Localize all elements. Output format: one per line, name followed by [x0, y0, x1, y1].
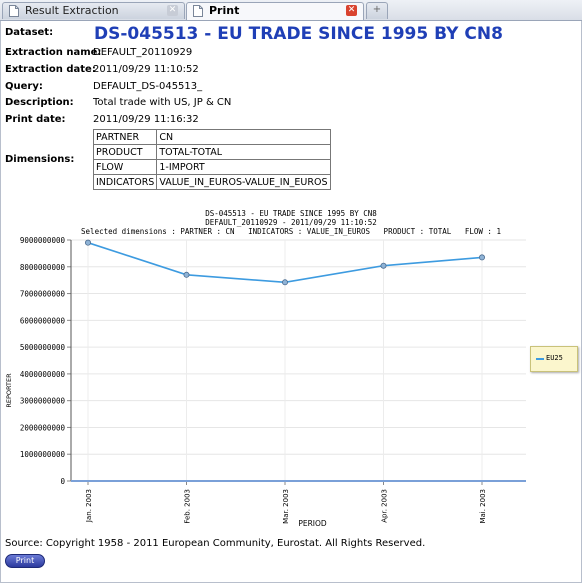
y-tick-label: 0: [60, 477, 65, 486]
x-tick-label: Apr. 2003: [381, 489, 389, 523]
y-axis-label: REPORTER: [5, 373, 13, 408]
source-text: Source: Copyright 1958 - 2011 European C…: [5, 538, 426, 549]
query-value: DEFAULT_DS-045513_: [93, 81, 203, 92]
tab-bar: Result Extraction ✕ Print ✕ +: [0, 0, 582, 21]
dimension-key: FLOW: [92, 159, 158, 175]
close-tab-icon[interactable]: ✕: [167, 5, 178, 16]
legend-series-name: EU25: [546, 354, 563, 362]
table-row: FLOW 1-IMPORT: [92, 159, 331, 175]
x-tick-label: Jan. 2003: [85, 489, 93, 523]
dimension-value: VALUE_IN_EUROS-VALUE_IN_EUROS: [156, 174, 331, 190]
extraction-date-value: 2011/09/29 11:10:52: [93, 64, 199, 75]
x-tick-label: Mar. 2003: [282, 489, 290, 524]
extraction-date-key: Extraction date:: [5, 64, 96, 75]
new-tab-button[interactable]: +: [366, 2, 388, 19]
tab-result-extraction[interactable]: Result Extraction ✕: [2, 2, 185, 19]
description-key: Description:: [5, 97, 74, 108]
table-row: PARTNER CN: [92, 129, 331, 145]
x-tick-label: Feb. 2003: [184, 489, 192, 524]
data-point: [183, 271, 190, 278]
table-row: INDICATORS VALUE_IN_EUROS-VALUE_IN_EUROS: [92, 174, 331, 190]
extraction-name-value: DEFAULT_20110929: [93, 47, 193, 58]
document-icon: [9, 5, 19, 17]
y-tick-label: 8000000000: [20, 263, 66, 272]
description-value: Total trade with US, JP & CN: [93, 97, 232, 108]
dimension-value: CN: [156, 129, 331, 145]
y-tick-label: 9000000000: [20, 236, 66, 245]
dimensions-key: Dimensions:: [5, 154, 75, 165]
dimensions-table: PARTNER CN PRODUCT TOTAL-TOTAL FLOW 1-IM…: [92, 129, 331, 190]
data-point: [85, 239, 92, 246]
print-button[interactable]: Print: [5, 554, 45, 568]
extraction-name-key: Extraction name:: [5, 47, 102, 58]
y-tick-label: 1000000000: [20, 450, 66, 459]
dataset-title: DS-045513 - EU TRADE SINCE 1995 BY CN8: [94, 24, 503, 44]
y-tick-label: 5000000000: [20, 343, 66, 352]
tab-print[interactable]: Print ✕: [186, 2, 364, 20]
chart: DS-045513 - EU TRADE SINCE 1995 BY CN8 D…: [1, 209, 581, 539]
tab-label: Print: [209, 4, 240, 17]
page-content: Dataset: DS-045513 - EU TRADE SINCE 1995…: [0, 21, 582, 583]
data-point: [380, 262, 387, 269]
dimension-key: INDICATORS: [92, 174, 158, 190]
chart-legend: EU25: [530, 346, 578, 372]
document-icon: [193, 5, 203, 17]
close-tab-icon[interactable]: ✕: [346, 5, 357, 16]
line-chart: 0 1000000000 2000000000 3000000000 400000000…: [5, 236, 526, 528]
dimension-key: PARTNER: [92, 129, 158, 145]
y-tick-label: 6000000000: [20, 316, 66, 325]
print-date-value: 2011/09/29 11:16:32: [93, 114, 199, 125]
data-point: [478, 254, 485, 261]
x-tick-label: Mai. 2003: [479, 489, 487, 524]
legend-swatch: [536, 358, 544, 360]
x-axis-label: PERIOD: [298, 519, 327, 528]
tab-label: Result Extraction: [25, 4, 119, 17]
dataset-key: Dataset:: [5, 27, 54, 38]
y-tick-label: 7000000000: [20, 290, 66, 299]
dimension-value: 1-IMPORT: [156, 159, 331, 175]
query-key: Query:: [5, 81, 43, 92]
data-point: [281, 279, 288, 286]
y-tick-label: 3000000000: [20, 397, 66, 406]
dimension-value: TOTAL-TOTAL: [156, 144, 331, 160]
dimension-key: PRODUCT: [92, 144, 158, 160]
y-tick-label: 2000000000: [20, 423, 66, 432]
y-tick-label: 4000000000: [20, 370, 66, 379]
print-date-key: Print date:: [5, 114, 66, 125]
table-row: PRODUCT TOTAL-TOTAL: [92, 144, 331, 160]
